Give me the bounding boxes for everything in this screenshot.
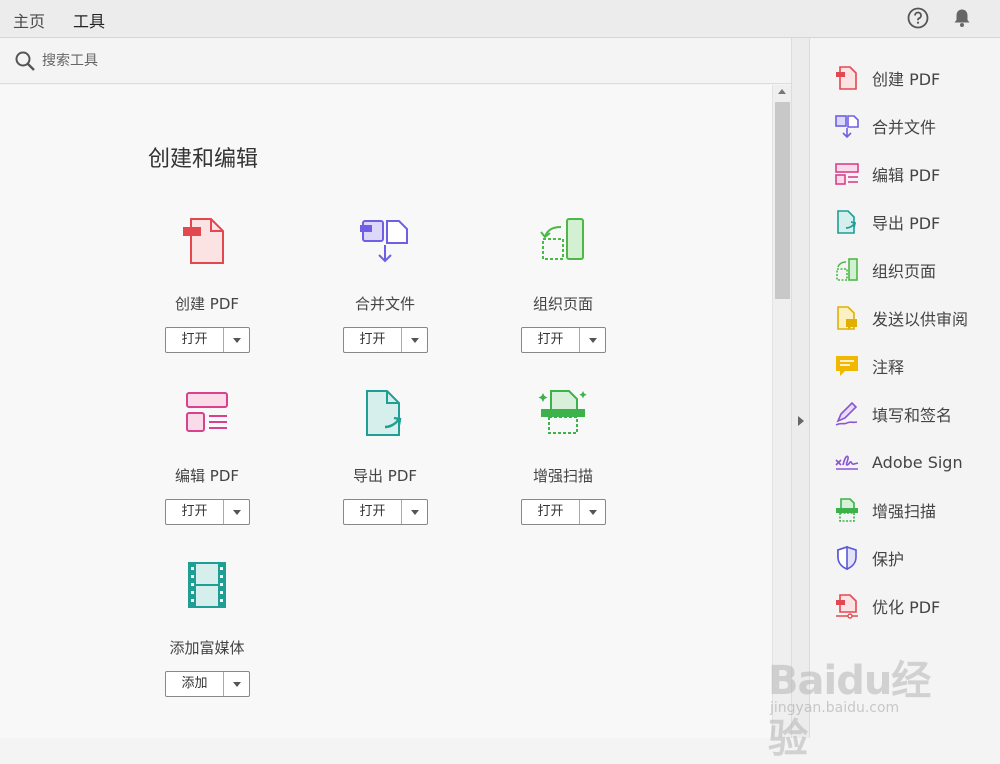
right-item-combine-files[interactable]: 合并文件: [834, 111, 936, 141]
chevron-down-icon[interactable]: [402, 328, 427, 352]
right-item-label: Adobe Sign: [872, 452, 963, 472]
tool-open-button: 打开: [343, 499, 428, 525]
watermark-url: jingyan.baidu.com: [770, 700, 900, 716]
rich-media-icon: [188, 562, 226, 608]
chevron-down-icon[interactable]: [224, 500, 249, 524]
organize-pages-icon: [836, 258, 858, 281]
create-pdf-icon: [183, 218, 224, 264]
tool-name: 合并文件: [354, 295, 415, 313]
collapse-panel-icon[interactable]: [798, 416, 804, 426]
tool-name: 添加富媒体: [169, 639, 245, 657]
tab-home[interactable]: 主页: [13, 8, 45, 32]
right-item-label: 编辑 PDF: [872, 166, 941, 185]
right-item-label: 组织页面: [872, 262, 937, 281]
top-bar: 主页 工具: [0, 0, 1000, 40]
combine-files-icon: [360, 220, 408, 263]
bell-icon[interactable]: [951, 7, 973, 29]
open-button[interactable]: 打开: [344, 500, 402, 524]
chevron-down-icon[interactable]: [224, 328, 249, 352]
optimize-pdf-icon: [836, 594, 858, 619]
right-item-adobe-sign[interactable]: Adobe Sign: [834, 447, 963, 477]
scrollbar-thumb[interactable]: [775, 102, 790, 299]
right-item-enhance-scan[interactable]: 增强扫描: [834, 495, 936, 525]
fill-sign-icon: [835, 401, 858, 426]
organize-pages-icon: [540, 218, 584, 260]
right-item-label: 导出 PDF: [872, 214, 941, 233]
right-tools-panel: 创建 PDF 合并文件 编辑 PDF 导出 PDF 组织页面 发送以供审阅 注释…: [810, 38, 1000, 738]
right-item-edit-pdf[interactable]: 编辑 PDF: [834, 159, 940, 189]
section-title: 创建和编辑: [148, 147, 259, 172]
open-button[interactable]: 打开: [522, 328, 580, 352]
panel-divider: [791, 38, 810, 738]
open-button[interactable]: 打开: [166, 500, 224, 524]
tool-open-button: 打开: [521, 499, 606, 525]
right-item-label: 注释: [872, 358, 905, 377]
right-item-send-review[interactable]: 发送以供审阅: [834, 303, 968, 333]
search-bar: [0, 38, 791, 84]
tool-open-button: 打开: [521, 327, 606, 353]
protect-icon: [837, 545, 857, 571]
right-item-create-pdf[interactable]: 创建 PDF: [834, 63, 940, 93]
tool-open-button: 打开: [165, 327, 250, 353]
chevron-down-icon[interactable]: [580, 500, 605, 524]
tool-open-button: 打开: [343, 327, 428, 353]
export-pdf-icon: [837, 210, 857, 234]
tool-add-button: 添加: [165, 671, 250, 697]
right-item-label: 合并文件: [872, 118, 937, 137]
combine-files-icon: [835, 115, 859, 139]
chevron-down-icon[interactable]: [224, 672, 249, 696]
help-icon[interactable]: [907, 7, 929, 29]
comment-icon: [836, 356, 858, 376]
adobe-sign-icon: [835, 455, 859, 470]
watermark: Baidu经验 jingyan.baidu.com: [768, 640, 958, 762]
open-button[interactable]: 打开: [166, 328, 224, 352]
right-item-export-pdf[interactable]: 导出 PDF: [834, 207, 940, 237]
edit-pdf-icon: [835, 163, 859, 185]
create-pdf-icon: [836, 66, 857, 90]
tool-card-organize-pages: 组织页面 打开: [488, 215, 638, 365]
add-button[interactable]: 添加: [166, 672, 224, 696]
search-input[interactable]: [42, 50, 442, 72]
tools-main-area: 创建和编辑 创建 PDF 打开 合并文件 打开 组织页面 打开 编辑 PDF 打…: [0, 85, 772, 738]
enhance-scan-icon: [836, 498, 858, 522]
enhance-scan-icon: [538, 390, 587, 434]
send-review-icon: [837, 306, 857, 330]
open-button[interactable]: 打开: [344, 328, 402, 352]
right-item-label: 创建 PDF: [872, 70, 941, 89]
right-item-label: 发送以供审阅: [872, 310, 969, 329]
chevron-down-icon[interactable]: [580, 328, 605, 352]
right-item-label: 优化 PDF: [872, 598, 941, 617]
right-item-label: 填写和签名: [872, 406, 953, 425]
tool-card-rich-media: 添加富媒体 添加: [132, 559, 282, 709]
tool-card-enhance-scan: 增强扫描 打开: [488, 387, 638, 537]
tool-card-combine-files: 合并文件 打开: [310, 215, 460, 365]
scroll-up-icon[interactable]: [778, 89, 786, 94]
tool-name: 编辑 PDF: [175, 467, 239, 485]
tool-card-create-pdf: 创建 PDF 打开: [132, 215, 282, 365]
export-pdf-icon: [366, 390, 402, 436]
chevron-down-icon[interactable]: [402, 500, 427, 524]
right-item-organize-pages[interactable]: 组织页面: [834, 255, 936, 285]
right-item-protect[interactable]: 保护: [834, 543, 904, 573]
tool-name: 增强扫描: [532, 467, 593, 485]
edit-pdf-icon: [186, 392, 228, 432]
tool-card-export-pdf: 导出 PDF 打开: [310, 387, 460, 537]
right-item-fill-sign[interactable]: 填写和签名: [834, 399, 952, 429]
tool-name: 导出 PDF: [353, 467, 417, 485]
right-item-comment[interactable]: 注释: [834, 351, 904, 381]
open-button[interactable]: 打开: [522, 500, 580, 524]
tool-open-button: 打开: [165, 499, 250, 525]
tool-card-edit-pdf: 编辑 PDF 打开: [132, 387, 282, 537]
tool-name: 组织页面: [532, 295, 593, 313]
right-item-optimize-pdf[interactable]: 优化 PDF: [834, 591, 940, 621]
right-item-label: 增强扫描: [872, 502, 937, 521]
tab-tools[interactable]: 工具: [73, 8, 106, 40]
right-item-label: 保护: [872, 550, 905, 569]
tool-name: 创建 PDF: [175, 295, 239, 313]
search-icon: [15, 51, 35, 71]
